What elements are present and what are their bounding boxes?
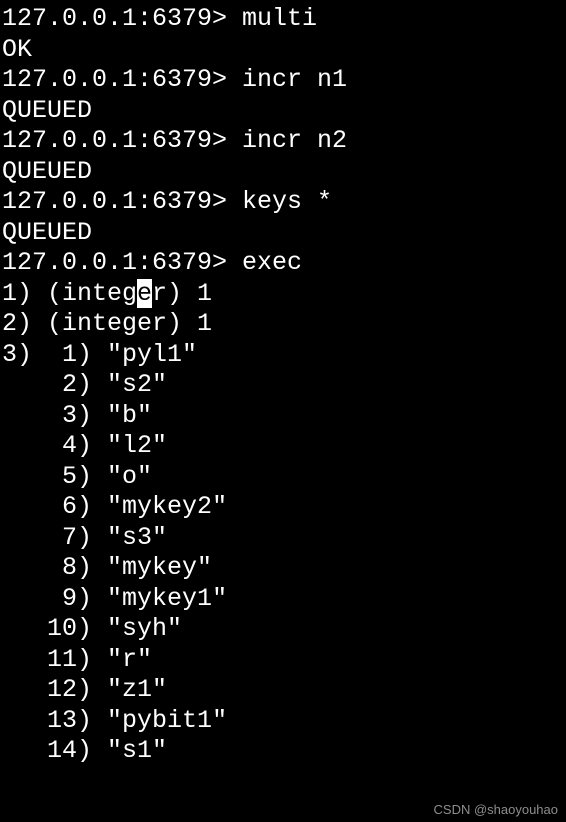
- prompt: 127.0.0.1:6379>: [2, 187, 242, 216]
- command-line: 127.0.0.1:6379> exec: [2, 248, 564, 279]
- exec-result-keys-line: 14) "s1": [2, 736, 564, 767]
- command-line: 127.0.0.1:6379> multi: [2, 4, 564, 35]
- exec-result-keys-line: 6) "mykey2": [2, 492, 564, 523]
- response-line: QUEUED: [2, 96, 564, 127]
- exec-result-keys-line: 13) "pybit1": [2, 706, 564, 737]
- response-line: QUEUED: [2, 218, 564, 249]
- command-line: 127.0.0.1:6379> keys *: [2, 187, 564, 218]
- exec-result-keys-line: 11) "r": [2, 645, 564, 676]
- exec-result-keys-line: 2) "s2": [2, 370, 564, 401]
- command-line: 127.0.0.1:6379> incr n1: [2, 65, 564, 96]
- command-text: exec: [242, 248, 302, 277]
- prompt: 127.0.0.1:6379>: [2, 65, 242, 94]
- exec-result-keys-line: 10) "syh": [2, 614, 564, 645]
- response-line: OK: [2, 35, 564, 66]
- response-line: QUEUED: [2, 157, 564, 188]
- exec-result-keys-line: 12) "z1": [2, 675, 564, 706]
- command-text: keys *: [242, 187, 332, 216]
- exec-result-keys-line: 3) "b": [2, 401, 564, 432]
- prompt: 127.0.0.1:6379>: [2, 126, 242, 155]
- command-line: 127.0.0.1:6379> incr n2: [2, 126, 564, 157]
- terminal-output: 127.0.0.1:6379> multi OK 127.0.0.1:6379>…: [2, 4, 564, 767]
- exec-result-keys-line: 7) "s3": [2, 523, 564, 554]
- cursor-highlight: e: [137, 279, 152, 308]
- command-text: multi: [242, 4, 317, 33]
- exec-result-keys-line: 8) "mykey": [2, 553, 564, 584]
- command-text: incr n1: [242, 65, 347, 94]
- exec-result-keys-line: 9) "mykey1": [2, 584, 564, 615]
- watermark: CSDN @shaoyouhao: [434, 803, 558, 816]
- exec-result-keys-line: 4) "l2": [2, 431, 564, 462]
- prompt: 127.0.0.1:6379>: [2, 4, 242, 33]
- prompt: 127.0.0.1:6379>: [2, 248, 242, 277]
- exec-result-line: 1) (integer) 1: [2, 279, 564, 310]
- command-text: incr n2: [242, 126, 347, 155]
- exec-result-keys-line: 3) 1) "pyl1": [2, 340, 564, 371]
- exec-result-line: 2) (integer) 1: [2, 309, 564, 340]
- exec-result-keys-line: 5) "o": [2, 462, 564, 493]
